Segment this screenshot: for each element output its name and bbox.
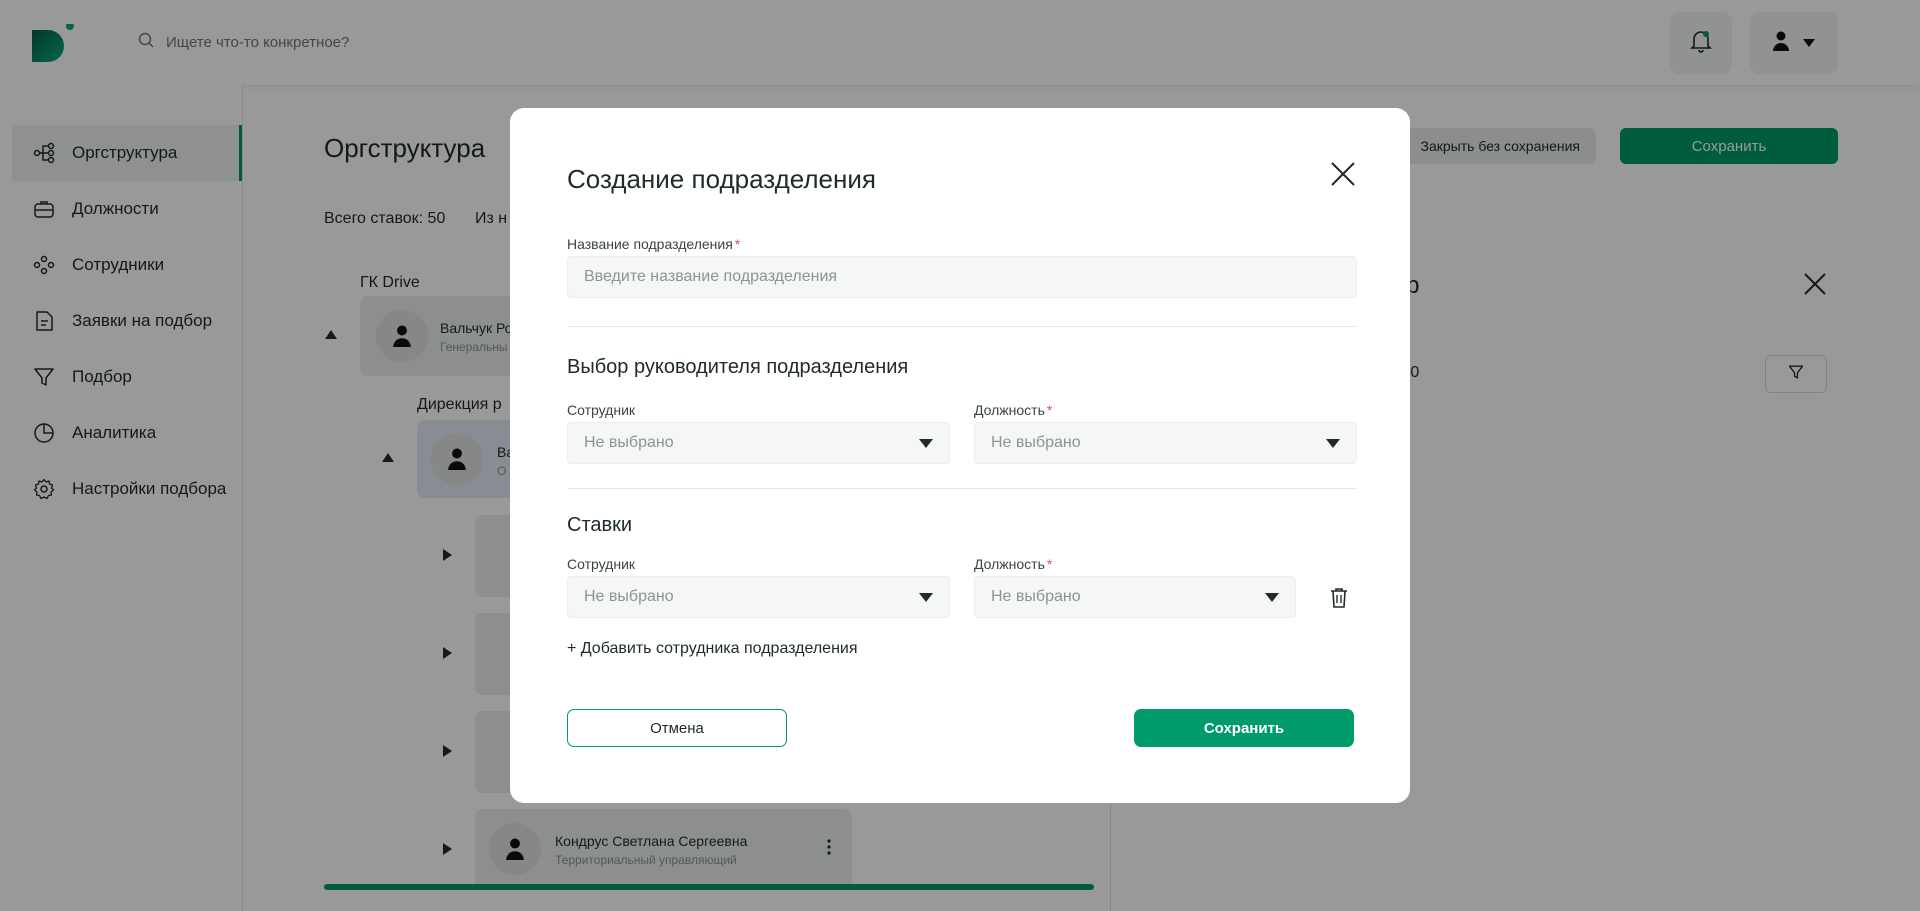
- head-employee-select[interactable]: Не выбрано: [567, 422, 950, 464]
- head-position-label: Должность *: [974, 402, 1053, 418]
- caret-down-icon: [1265, 592, 1279, 602]
- close-icon[interactable]: [1330, 161, 1360, 191]
- create-department-modal: Создание подразделения Название подразде…: [510, 108, 1410, 803]
- head-position-select[interactable]: Не выбрано: [974, 422, 1357, 464]
- caret-down-icon: [919, 592, 933, 602]
- head-section-title: Выбор руководителя подразделения: [567, 356, 909, 378]
- rate-position-label: Должность *: [974, 556, 1053, 572]
- cancel-button[interactable]: Отмена: [567, 709, 787, 747]
- section-divider: [567, 488, 1357, 489]
- save-button[interactable]: Сохранить: [1134, 709, 1354, 747]
- caret-down-icon: [919, 438, 933, 448]
- department-name-label: Название подразделения *: [567, 236, 741, 252]
- modal-title: Создание подразделения: [567, 164, 876, 194]
- department-name-input[interactable]: [567, 256, 1357, 298]
- trash-icon[interactable]: [1326, 584, 1352, 612]
- add-department-employee-link[interactable]: + Добавить сотрудника подразделения: [567, 640, 858, 658]
- rate-employee-select[interactable]: Не выбрано: [567, 576, 950, 618]
- rates-section-title: Ставки: [567, 514, 633, 536]
- rate-position-select[interactable]: Не выбрано: [974, 576, 1296, 618]
- caret-down-icon: [1326, 438, 1340, 448]
- head-employee-label: Сотрудник: [567, 402, 636, 418]
- section-divider: [567, 326, 1357, 327]
- rate-employee-label: Сотрудник: [567, 556, 636, 572]
